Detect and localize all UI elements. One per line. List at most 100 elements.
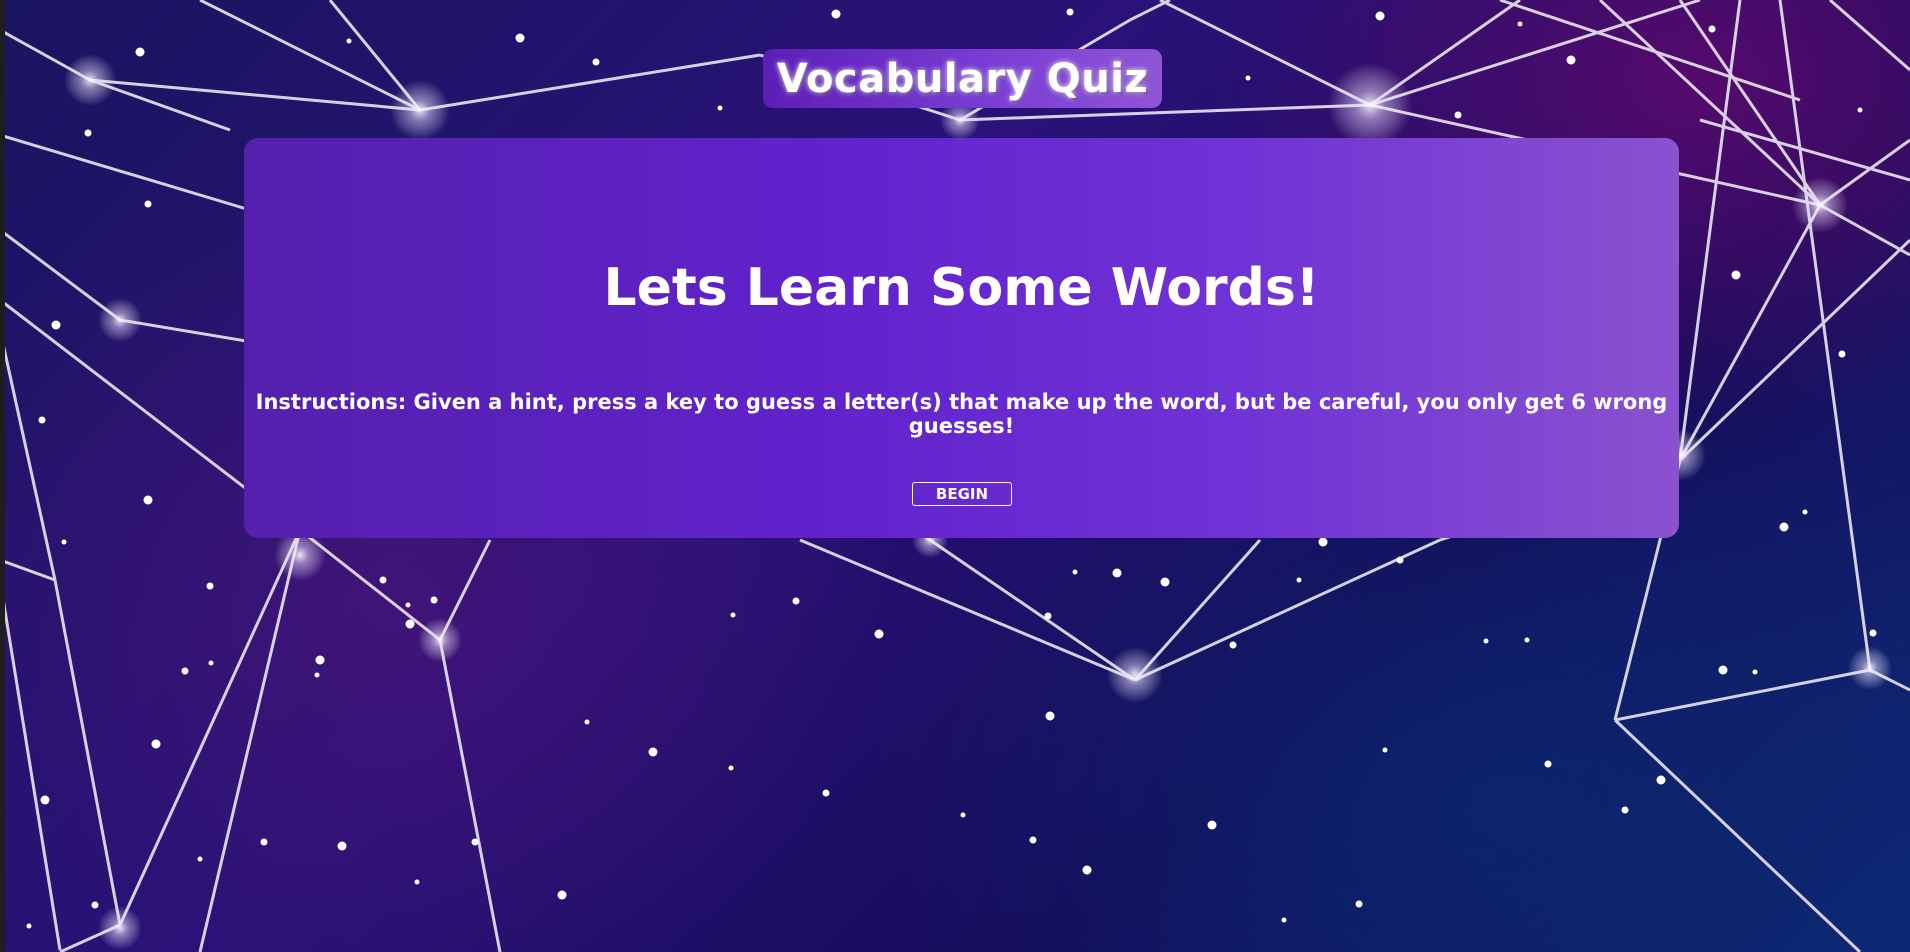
star-glow [98,906,142,950]
star-dot [430,596,438,604]
star-glow [1848,646,1892,690]
star-dot [51,320,61,330]
star-dot [1245,75,1251,81]
star-dot [1396,556,1404,564]
intro-card: Lets Learn Some Words! Instructions: Giv… [244,138,1679,538]
star-glow [1792,177,1848,233]
star-dot [379,576,387,584]
star-dot [822,789,830,797]
star-dot [1802,509,1808,515]
star-dot [208,660,214,666]
star-dot [26,923,32,929]
star-dot [260,838,268,846]
star-dot [1483,638,1489,644]
constellation-line [198,529,302,952]
star-dot [1082,865,1092,875]
star-glow [390,80,450,140]
star-dot [1355,900,1363,908]
constellation-line [1678,238,1910,462]
constellation-line [438,639,502,952]
star-dot [1281,917,1287,923]
star-dot [314,672,320,678]
constellation-line [1778,0,1872,671]
star-dot [181,667,189,675]
constellation-line [1129,0,1171,22]
star-glow [418,618,462,662]
star-dot [1524,637,1530,643]
star-dot [315,655,325,665]
constellation-line [929,538,1136,682]
star-dot [1656,775,1666,785]
star-dot [405,619,415,629]
star-dot [1207,820,1217,830]
intro-heading: Lets Learn Some Words! [603,258,1320,318]
constellation-line [0,329,57,581]
instructions-text: Instructions: Given a hint, press a key … [255,390,1668,438]
star-dot [1857,107,1863,113]
star-dot [151,739,161,749]
star-dot [1375,11,1385,21]
window-edge [0,0,5,952]
star-dot [1296,577,1302,583]
star-dot [728,765,734,771]
star-dot [1045,711,1055,721]
constellation-line [1678,0,1822,206]
star-dot [84,129,92,137]
star-dot [960,812,966,818]
star-dot [1731,270,1741,280]
star-glow [1328,63,1412,147]
star-dot [61,539,67,545]
star-dot [592,58,600,66]
star-dot [1072,569,1078,575]
star-dot [1112,568,1122,578]
star-dot [1454,111,1462,119]
app-title: Vocabulary Quiz [776,55,1149,102]
star-dot [1517,21,1523,27]
constellation-line [0,228,121,322]
star-glow [64,54,116,106]
star-dot [471,838,479,846]
constellation-line [1613,718,1862,952]
star-dot [648,747,658,757]
star-dot [584,719,590,725]
star-dot [38,416,46,424]
star-dot [1621,806,1629,814]
star-dot [717,105,723,111]
star-dot [792,597,800,605]
star-dot [1160,577,1170,587]
constellation-line [1369,0,1701,107]
star-dot [197,856,203,862]
star-dot [730,612,736,618]
constellation-line [419,53,761,112]
star-dot [144,200,152,208]
star-dot [1382,747,1388,753]
star-dot [40,795,50,805]
constellation-line [1678,204,1822,461]
star-dot [206,582,214,590]
star-dot [515,33,525,43]
constellation-line [1699,118,1910,182]
constellation-line [1134,538,1441,682]
constellation-line [799,538,1136,682]
star-dot [1838,350,1846,358]
star-dot [1066,8,1074,16]
star-dot [1718,665,1728,675]
star-dot [405,602,411,608]
star-dot [346,38,352,44]
constellation-line [53,579,122,926]
star-dot [831,9,841,19]
star-dot [874,629,884,639]
star-dot [414,879,420,885]
constellation-line [0,133,251,212]
begin-button[interactable]: BEGIN [912,482,1012,506]
star-dot [1044,612,1052,620]
star-dot [135,47,145,57]
star-dot [1779,522,1789,532]
title-badge: Vocabulary Quiz [763,49,1162,108]
star-dot [1029,836,1037,844]
star-glow [1107,647,1163,703]
constellation-line [1614,668,1871,722]
constellation-line [1829,0,1910,72]
star-dot [1869,629,1877,637]
star-dot [337,841,347,851]
